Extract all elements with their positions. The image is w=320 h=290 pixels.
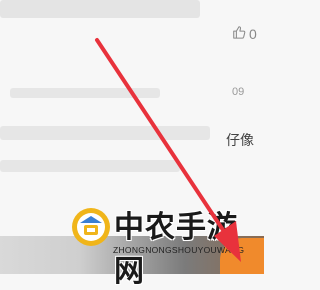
red-arrow-annotation: [95, 38, 241, 262]
